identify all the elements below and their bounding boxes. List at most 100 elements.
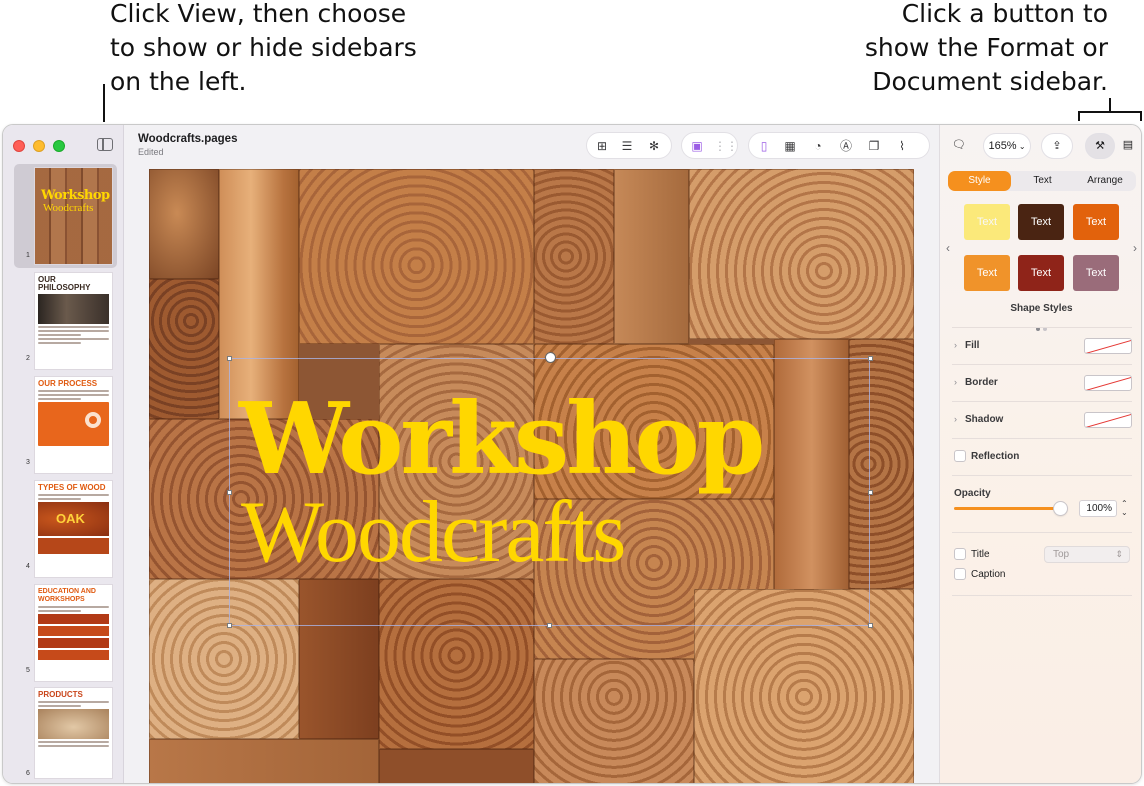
callout-left: Click View, then choose to show or hide … <box>110 0 417 99</box>
shape-styles-label: Shape Styles <box>1010 303 1073 314</box>
tab-style[interactable]: Style <box>948 171 1011 191</box>
shape-style-4[interactable]: Text <box>964 255 1010 291</box>
shape-style-2[interactable]: Text <box>1018 204 1064 240</box>
shape-style-5[interactable]: Text <box>1018 255 1064 291</box>
share-icon: ⇪ <box>1052 140 1062 152</box>
callout-right-bracket <box>1078 111 1141 113</box>
opacity-value-field[interactable]: 100% <box>1079 500 1117 517</box>
format-button[interactable]: ⚒ <box>1085 133 1115 159</box>
format-sidebar: 🗨 165% ⌄ ⇪ ⚒ ▤ Style Text Arrange ‹ › Te… <box>939 125 1141 783</box>
image-grid-icon[interactable]: ⋮⋮ <box>714 139 738 153</box>
page-thumbnail-5[interactable]: EDUCATION AND WORKSHOPS <box>35 585 112 681</box>
chevron-right-icon[interactable]: › <box>1133 241 1137 255</box>
callout-right-line-2: show the Format or <box>864 33 1108 62</box>
title-checkbox[interactable] <box>954 548 966 560</box>
opacity-slider-knob[interactable] <box>1054 502 1067 515</box>
resize-handle-top-right[interactable] <box>868 356 873 361</box>
resize-handle-bottom-center[interactable] <box>547 623 552 628</box>
tab-arrange[interactable]: Arrange <box>1074 171 1136 191</box>
thumb-4-label: OAK <box>56 511 85 526</box>
page-thumbnail-6[interactable]: PRODUCTS <box>35 688 112 778</box>
text-icon[interactable]: Ⓐ <box>839 139 853 153</box>
media-icon[interactable]: ⌇ <box>895 139 909 153</box>
wood-block <box>379 749 534 783</box>
zoom-value: 165% <box>988 140 1017 152</box>
resize-handle-mid-left[interactable] <box>227 490 232 495</box>
fullscreen-window-button[interactable] <box>53 140 65 152</box>
resize-handle-bottom-right[interactable] <box>868 623 873 628</box>
page-number-2: 2 <box>26 355 30 362</box>
sidebar-toggle-icon[interactable] <box>97 138 113 151</box>
page-thumbnails-sidebar: Workshop Woodcrafts 1 OUR PHILOSOPHY 2 O… <box>3 125 124 783</box>
collaborate-icon[interactable]: ✻ <box>647 139 661 153</box>
divider <box>952 364 1132 365</box>
callout-right-bracket-left <box>1078 111 1080 121</box>
reflection-checkbox[interactable] <box>954 450 966 462</box>
shape-icon[interactable]: ❐ <box>867 139 881 153</box>
document-status: Edited <box>138 147 164 157</box>
caption-checkbox[interactable] <box>954 568 966 580</box>
shape-style-3[interactable]: Text <box>1073 204 1119 240</box>
divider <box>952 327 1132 328</box>
page-thumbnail-4[interactable]: TYPES OF WOOD OAK <box>35 481 112 577</box>
thumb-4-title: TYPES OF WOOD <box>38 483 106 492</box>
document-button[interactable]: ▤ <box>1116 133 1140 159</box>
rotation-handle[interactable] <box>545 352 556 363</box>
comment-icon: 🗨 <box>952 139 966 151</box>
comment-button[interactable]: 🗨 <box>946 133 972 159</box>
thumb-5-title: EDUCATION AND WORKSHOPS <box>38 588 96 603</box>
page-number-4: 4 <box>26 563 30 570</box>
close-window-button[interactable] <box>13 140 25 152</box>
thumb-3-title: OUR PROCESS <box>38 379 98 388</box>
image-playground-icon[interactable]: ▣ <box>690 139 704 153</box>
shadow-label: Shadow <box>965 414 1004 425</box>
text-box-icon[interactable]: ▯ <box>757 139 771 153</box>
table-icon[interactable]: ▦ <box>783 139 797 153</box>
divider <box>952 401 1132 402</box>
resize-handle-bottom-left[interactable] <box>227 623 232 628</box>
opacity-stepper[interactable]: ⌃ ⌄ <box>1121 499 1128 517</box>
border-well[interactable] <box>1084 375 1132 391</box>
wood-block <box>299 169 534 344</box>
page-thumbnail-3[interactable]: OUR PROCESS <box>35 377 112 473</box>
shape-style-1[interactable]: Text <box>964 204 1010 240</box>
wood-block <box>149 169 219 279</box>
wood-block <box>534 659 694 783</box>
fill-well[interactable] <box>1084 338 1132 354</box>
wood-block <box>614 169 689 344</box>
tab-text[interactable]: Text <box>1011 171 1074 191</box>
shadow-disclosure-icon[interactable]: › <box>954 414 957 424</box>
add-page-icon[interactable]: ⊞ <box>595 139 609 153</box>
chevron-left-icon[interactable]: ‹ <box>946 241 950 255</box>
callout-left-line-2: to show or hide sidebars <box>110 33 417 62</box>
thumb-2-title: OUR PHILOSOPHY <box>38 275 91 292</box>
image-toolbar-group: ▣ ⋮⋮ <box>681 132 738 159</box>
resize-handle-top-left[interactable] <box>227 356 232 361</box>
insert-list-icon[interactable]: ☰ <box>620 139 634 153</box>
page-thumbnail-2[interactable]: OUR PHILOSOPHY <box>35 273 112 369</box>
callout-right-line-1: Click a button to <box>901 0 1108 28</box>
popup-arrows-icon: ⇕ <box>1115 549 1123 559</box>
zoom-button[interactable]: 165% ⌄ <box>983 133 1031 159</box>
shadow-well[interactable] <box>1084 412 1132 428</box>
page-thumbnail-1[interactable]: Workshop Woodcrafts <box>35 168 112 264</box>
divider <box>952 532 1132 533</box>
border-disclosure-icon[interactable]: › <box>954 377 957 387</box>
page-number-6: 6 <box>26 770 30 777</box>
document-canvas: Workshop Woodcrafts <box>124 169 939 783</box>
chevron-down-icon: ⌄ <box>1016 142 1026 151</box>
divider <box>952 438 1132 439</box>
fill-disclosure-icon[interactable]: › <box>954 340 957 350</box>
chart-icon[interactable]: ◔ <box>811 139 825 153</box>
share-button[interactable]: ⇪ <box>1041 133 1073 159</box>
opacity-slider-track[interactable] <box>954 507 1060 510</box>
minimize-window-button[interactable] <box>33 140 45 152</box>
resize-handle-mid-right[interactable] <box>868 490 873 495</box>
thumb-1-subtitle: Woodcrafts <box>43 202 94 214</box>
title-position-popup[interactable]: Top ⇕ <box>1044 546 1130 563</box>
document-title: Woodcrafts.pages <box>138 133 238 145</box>
title-position-value: Top <box>1053 549 1070 560</box>
app-window: Workshop Woodcrafts 1 OUR PHILOSOPHY 2 O… <box>2 124 1142 784</box>
shape-style-6[interactable]: Text <box>1073 255 1119 291</box>
document-page[interactable]: Workshop Woodcrafts <box>149 169 914 783</box>
